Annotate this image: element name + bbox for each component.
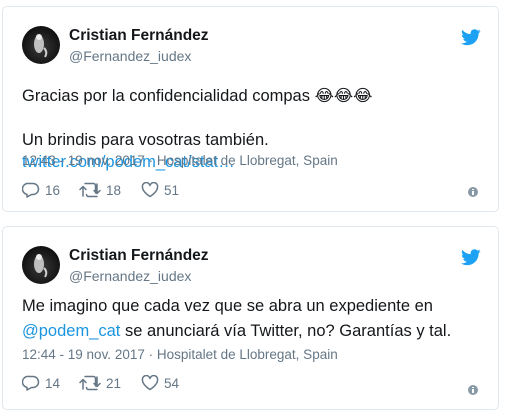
like-icon — [141, 375, 159, 391]
tweet-actions: 14 21 54 — [22, 375, 482, 395]
retweet-count: 21 — [106, 375, 122, 391]
avatar[interactable] — [22, 26, 60, 64]
reply-button[interactable]: 16 — [22, 182, 60, 198]
avatar[interactable] — [22, 246, 60, 284]
tweet-timestamp[interactable]: 12:44 - 19 nov. 2017 · Hospitalet de Llo… — [22, 347, 338, 362]
tweet-card[interactable]: Cristian Fernández @Fernandez_iudex Me i… — [2, 226, 499, 410]
like-count: 54 — [164, 375, 180, 391]
mention-link[interactable]: @podem_cat — [22, 322, 120, 340]
tweet-timestamp[interactable]: 12:43 - 19 nov. 2017 · Hospitalet de Llo… — [22, 153, 338, 168]
like-button[interactable]: 51 — [141, 182, 179, 198]
author-handle[interactable]: @Fernandez_iudex — [69, 48, 191, 64]
reply-button[interactable]: 14 — [22, 375, 60, 391]
info-icon[interactable] — [468, 187, 478, 197]
tweet-text-2: @podem_cat se anunciará vía Twitter, no?… — [22, 320, 480, 342]
like-button[interactable]: 54 — [141, 375, 179, 391]
twitter-bird-icon[interactable] — [461, 29, 481, 46]
reply-icon — [22, 182, 40, 198]
tweet-text: Gracias por la confidencialidad compas 😂… — [22, 85, 480, 107]
like-icon — [141, 182, 159, 198]
tweet-text-line: se anunciará vía Twitter, no? Garantías … — [120, 322, 452, 340]
reply-icon — [22, 375, 40, 391]
reply-count: 14 — [45, 375, 61, 391]
tweet-text: Me imagino que cada vez que se abra un e… — [22, 295, 480, 317]
tweet-text-line: Un brindis para vosotras también. — [22, 131, 269, 149]
author-handle[interactable]: @Fernandez_iudex — [69, 268, 191, 284]
tweet-text-line: Gracias por la confidencialidad compas — [22, 87, 310, 105]
author-name[interactable]: Cristian Fernández — [69, 27, 209, 45]
info-icon[interactable] — [468, 385, 478, 395]
retweet-button[interactable]: 18 — [79, 182, 121, 198]
like-count: 51 — [164, 182, 180, 198]
tweet-actions: 16 18 51 — [22, 182, 482, 202]
tweet-card[interactable]: Cristian Fernández @Fernandez_iudex Grac… — [2, 6, 499, 212]
reply-count: 16 — [45, 182, 61, 198]
tweet-text-line: Me imagino que cada vez que se abra un e… — [22, 297, 433, 315]
retweet-count: 18 — [106, 182, 122, 198]
retweet-icon — [79, 182, 101, 198]
retweet-button[interactable]: 21 — [79, 375, 121, 391]
emoji: 😂😂😂 — [314, 87, 373, 105]
author-name[interactable]: Cristian Fernández — [69, 247, 209, 265]
twitter-bird-icon[interactable] — [461, 249, 481, 266]
retweet-icon — [79, 375, 101, 391]
